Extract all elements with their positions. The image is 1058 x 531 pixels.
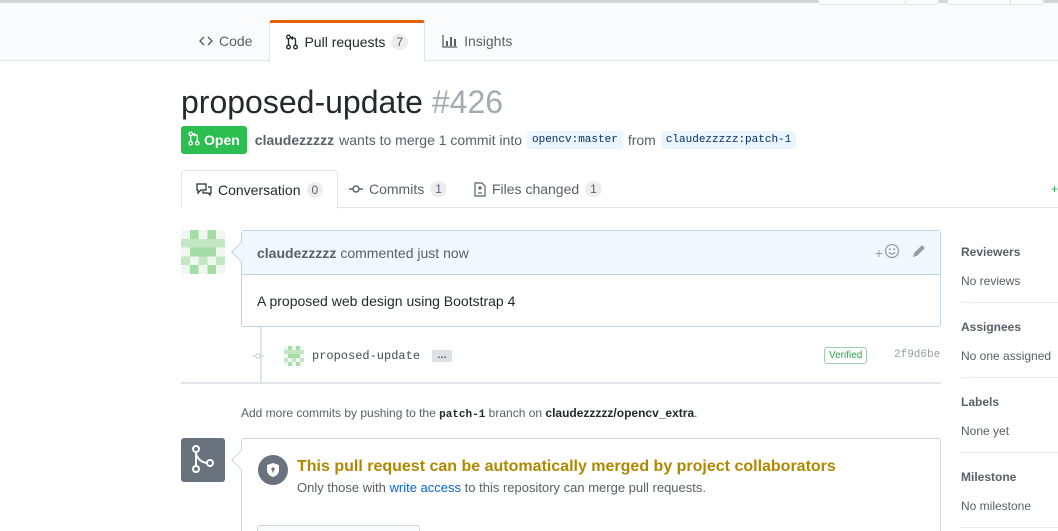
merge-sub-prefix: Only those with <box>297 480 386 495</box>
sidebar-reviewers[interactable]: Reviewers No reviews <box>961 245 1058 288</box>
add-reaction-button[interactable]: + <box>875 243 900 262</box>
pr-meta: claudezzzzz wants to merge 1 commit into… <box>255 131 797 149</box>
reaction-plus: + <box>874 244 883 261</box>
diffstat-additions: + <box>1050 182 1058 196</box>
repo-nav: Code Pull requests 7 Insights <box>182 20 529 62</box>
pr-number: #426 <box>431 84 504 120</box>
file-diff-icon <box>474 181 486 197</box>
reponav-pull-requests[interactable]: Pull requests 7 <box>269 20 426 62</box>
git-merge-icon <box>191 444 215 476</box>
sidebar-reviewers-value: No reviews <box>961 274 1021 288</box>
write-access-link[interactable]: write access <box>390 480 462 495</box>
sidebar-assignees-title: Assignees <box>961 320 1022 334</box>
tab-commits-label: Commits <box>369 181 425 197</box>
pr-title-text: proposed-update <box>181 84 423 120</box>
head-branch[interactable]: claudezzzzz:patch-1 <box>660 131 797 149</box>
base-branch[interactable]: opencv:master <box>527 131 623 149</box>
add-commits-middle: branch on <box>488 406 543 420</box>
avatar[interactable] <box>181 230 225 274</box>
sidebar-labels-value: None yet <box>961 424 1010 438</box>
sidebar-reviewers-title: Reviewers <box>961 245 1021 259</box>
comment-author-link[interactable]: claudezzzzz <box>257 245 336 261</box>
header-button-stub[interactable] <box>818 0 906 5</box>
git-pull-request-icon <box>188 131 200 149</box>
git-pull-request-icon <box>286 34 299 50</box>
comment-header: claudezzzzz commented just now + <box>242 231 940 275</box>
merge-box-arrow <box>231 450 251 470</box>
sidebar-separator <box>961 302 1058 303</box>
add-commits-prefix: Add more commits by pushing to the <box>241 406 436 420</box>
merge-subtext: Only those with write access to this rep… <box>297 480 706 495</box>
tab-conversation[interactable]: Conversation 0 <box>181 170 339 209</box>
sidebar-milestone-title: Milestone <box>961 470 1017 484</box>
commit-message-link[interactable]: proposed-update <box>312 349 420 363</box>
reponav-insights-label: Insights <box>464 33 513 49</box>
reponav-pull-requests-label: Pull requests <box>304 34 386 50</box>
merge-button[interactable] <box>257 525 420 531</box>
pr-title: proposed-update #426 <box>181 84 503 121</box>
graph-icon <box>442 34 458 48</box>
sidebar-assignees-value: No one assigned <box>961 349 1052 363</box>
commit-author-avatar[interactable] <box>284 346 304 366</box>
sidebar-assignees[interactable]: Assignees No one assigned <box>961 320 1058 363</box>
tab-conversation-label: Conversation <box>218 181 301 198</box>
add-commits-branch: patch-1 <box>439 409 486 421</box>
sidebar-separator <box>961 452 1058 453</box>
add-commits-hint: Add more commits by pushing to the patch… <box>241 406 697 421</box>
sidebar-separator <box>961 377 1058 378</box>
sidebar-milestone[interactable]: Milestone No milestone <box>961 470 1058 513</box>
tab-files-count: 1 <box>585 181 602 197</box>
header-button-stub[interactable] <box>905 0 939 5</box>
pr-author-link[interactable]: claudezzzzz <box>255 132 334 148</box>
comment-discussion-icon <box>196 182 212 197</box>
header-button-stub[interactable] <box>947 0 1011 5</box>
comment-meta[interactable]: commented just now <box>340 245 468 261</box>
shield-lock-icon <box>258 455 288 485</box>
add-commits-suffix: . <box>694 406 698 420</box>
state-badge: Open <box>181 126 247 154</box>
verified-badge[interactable]: Verified <box>824 347 868 364</box>
merge-status-icon-box <box>181 438 225 482</box>
repo-header: Code Pull requests 7 Insights <box>0 0 1058 62</box>
reponav-insights[interactable]: Insights <box>425 20 529 61</box>
timeline-divider <box>181 382 941 384</box>
pr-state-row: Open claudezzzzz wants to merge 1 commit… <box>181 126 797 154</box>
comment-body: A proposed web design using Bootstrap 4 <box>257 293 516 309</box>
sidebar-labels-title: Labels <box>961 395 1000 409</box>
pr-merge-text: wants to merge 1 commit into <box>339 132 522 148</box>
reponav-code-label: Code <box>219 33 253 49</box>
sidebar-labels[interactable]: Labels None yet <box>961 395 1058 438</box>
header-button-stub[interactable] <box>1010 0 1044 5</box>
state-label: Open <box>204 132 240 148</box>
tab-files-changed[interactable]: Files changed 1 <box>460 170 616 208</box>
commit-sha-link[interactable]: 2f9d6be <box>894 349 940 361</box>
comment-actions: + <box>875 243 926 262</box>
sidebar-milestone-value: No milestone <box>961 499 1032 513</box>
add-commits-repo: claudezzzzz/opencv_extra <box>545 406 695 420</box>
git-commit-icon <box>252 350 264 362</box>
pencil-icon[interactable] <box>912 244 926 261</box>
git-commit-icon <box>349 184 363 194</box>
pr-tabnav: Conversation 0 Commits 1 Files changed 1… <box>181 170 1058 209</box>
smiley-icon <box>884 243 900 262</box>
code-icon <box>199 35 213 47</box>
pull-requests-count: 7 <box>391 34 409 50</box>
reponav-code[interactable]: Code <box>182 20 269 61</box>
tab-conversation-count: 0 <box>306 181 324 198</box>
pr-from-text: from <box>627 132 656 148</box>
tab-files-label: Files changed <box>492 181 580 197</box>
merge-sub-suffix: to this repository can merge pull reques… <box>464 480 706 495</box>
merge-heading: This pull request can be automatically m… <box>297 458 836 475</box>
merge-status-box: This pull request can be automatically m… <box>231 438 941 531</box>
tab-commits-count: 1 <box>430 181 447 197</box>
sidebar-separator <box>961 527 1058 528</box>
commit-row: proposed-update … Verified 2f9d6be <box>252 345 941 367</box>
expand-commit-button[interactable]: … <box>432 350 453 362</box>
comment-box: claudezzzzz commented just now + A propo… <box>231 230 941 327</box>
tab-commits[interactable]: Commits 1 <box>335 170 461 208</box>
